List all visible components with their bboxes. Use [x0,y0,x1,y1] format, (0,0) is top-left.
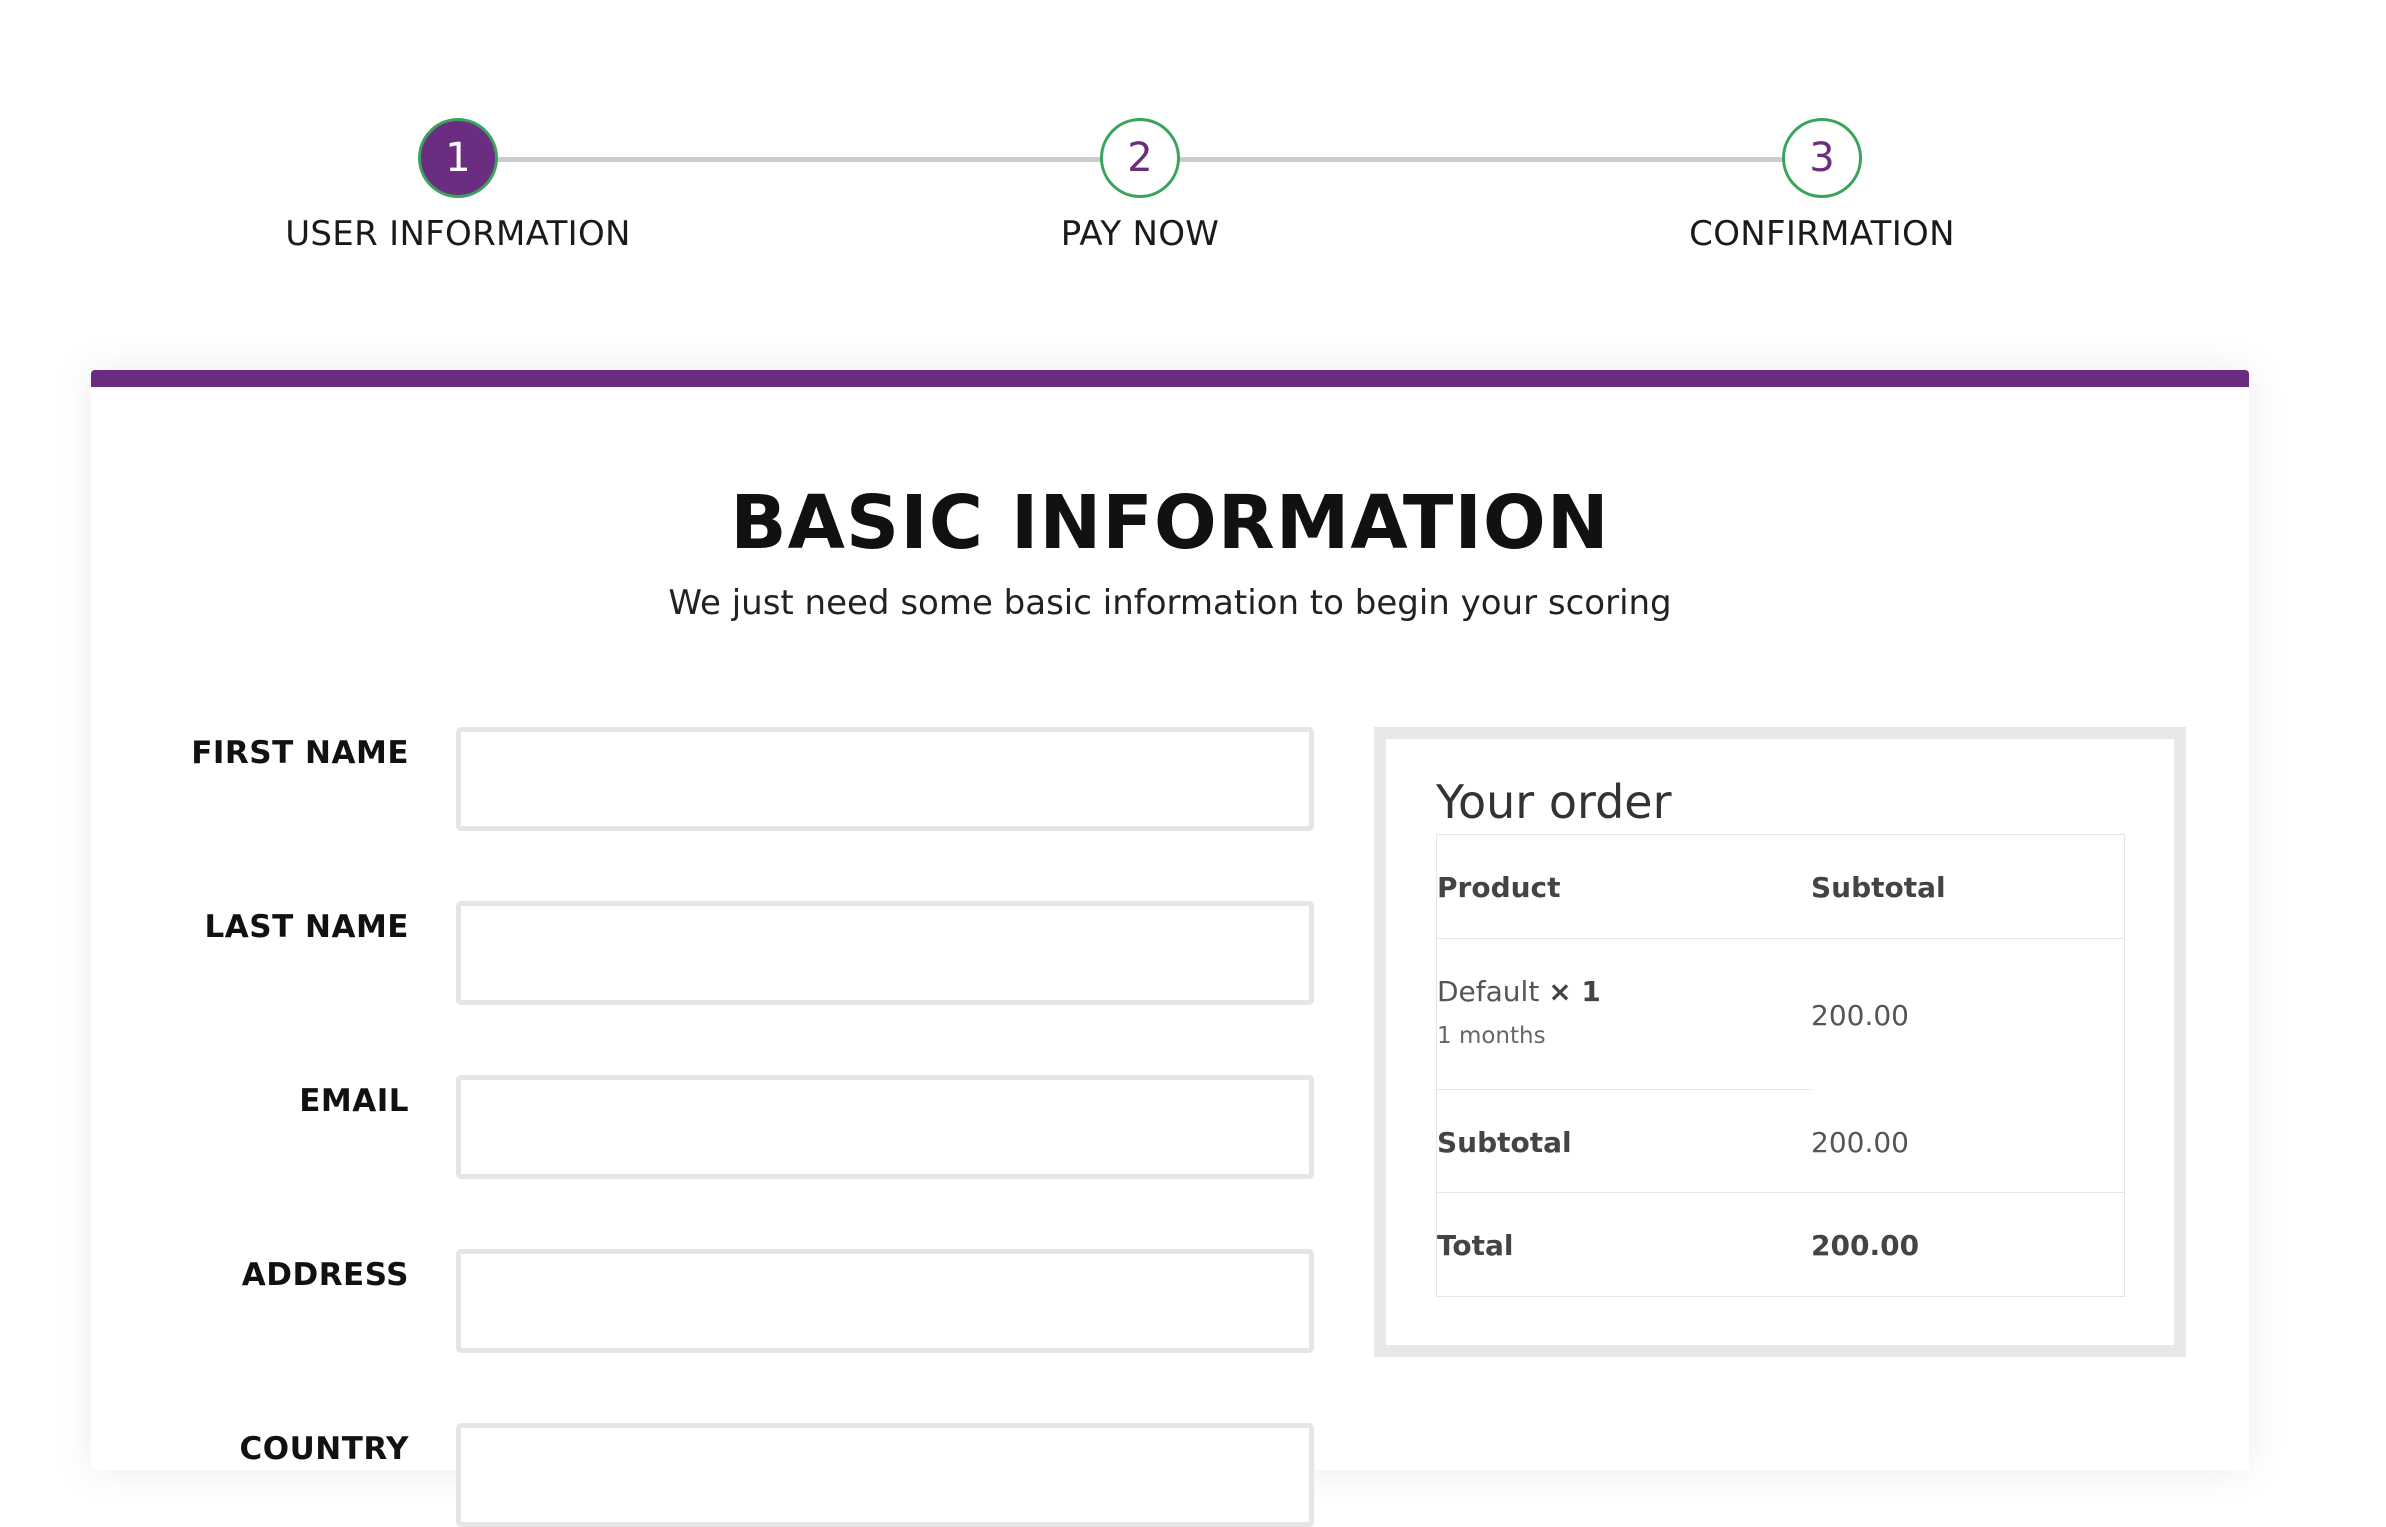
order-summary: Your order Product Subtotal Default × 1 … [1374,727,2186,1357]
product-column-header: Product [1437,871,1561,904]
step-1-label: USER INFORMATION [285,214,631,254]
order-title: Your order [1436,775,1672,829]
step-2-label: PAY NOW [1060,214,1220,254]
address-input[interactable] [456,1249,1314,1353]
country-label: COUNTRY [239,1431,409,1467]
step-connector [497,157,1103,162]
page-subtitle: We just need some basic information to b… [668,583,1672,623]
country-input[interactable] [456,1423,1314,1527]
step-3-label: CONFIRMATION [1689,214,1955,254]
country-row: COUNTRY [91,1423,1321,1527]
last-name-label: LAST NAME [204,909,409,945]
email-row: EMAIL [91,1075,1321,1179]
subtotal-label: Subtotal [1437,1126,1572,1159]
order-item-name: Default × 1 [1437,975,1601,1008]
subtotal-value: 200.00 [1811,1126,1909,1159]
page-title: BASIC INFORMATION [730,480,1610,566]
email-input[interactable] [456,1075,1314,1179]
checkout-stepper: 1 2 3 USER INFORMATION PAY NOW CONFIRMAT… [0,0,2386,300]
subtotal-column-header: Subtotal [1811,871,1946,904]
order-item-meta: 1 months [1437,1023,1546,1049]
order-item-product: Default [1437,975,1540,1008]
last-name-row: LAST NAME [91,901,1321,1005]
order-item-quantity: × 1 [1548,975,1601,1008]
step-3-circle[interactable]: 3 [1782,118,1862,198]
last-name-input[interactable] [456,901,1314,1005]
step-2-circle[interactable]: 2 [1100,118,1180,198]
step-connector [1179,157,1785,162]
order-table-header: Product Subtotal [1437,835,2124,939]
first-name-row: FIRST NAME [91,727,1321,831]
total-value: 200.00 [1811,1229,1920,1262]
email-label: EMAIL [299,1083,409,1119]
order-table: Product Subtotal Default × 1 1 months 20… [1436,834,2125,1297]
order-subtotal-row: Subtotal 200.00 [1437,1090,2124,1193]
order-item-price: 200.00 [1811,999,1909,1032]
basic-information-card: BASIC INFORMATION We just need some basi… [91,370,2249,1527]
step-1-circle[interactable]: 1 [418,118,498,198]
address-row: ADDRESS [91,1249,1321,1353]
address-label: ADDRESS [241,1257,409,1293]
total-label: Total [1437,1229,1514,1262]
first-name-input[interactable] [456,727,1314,831]
order-item-row: Default × 1 1 months 200.00 [1437,939,2124,1090]
order-total-row: Total 200.00 [1437,1193,2124,1297]
first-name-label: FIRST NAME [191,735,409,771]
